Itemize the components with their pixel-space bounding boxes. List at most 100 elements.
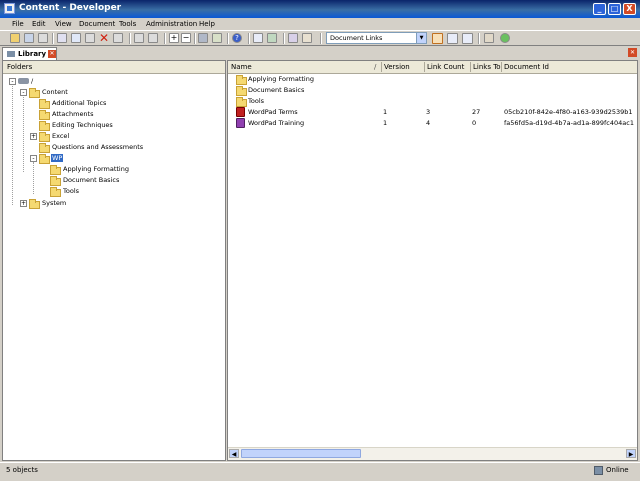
check-in-icon[interactable]	[484, 33, 494, 43]
find-icon[interactable]	[198, 33, 208, 43]
menu-administration[interactable]: Administration	[146, 20, 197, 28]
save-all-icon[interactable]	[38, 33, 48, 43]
menu-help[interactable]: Help	[199, 20, 215, 28]
menu-bar: File Edit View Document Tools Administra…	[0, 18, 640, 31]
tree-label: Additional Topics	[52, 99, 107, 107]
outline-icon	[236, 118, 245, 128]
tab-close-icon[interactable]: ✕	[48, 50, 56, 58]
tab-library[interactable]: Library ✕	[2, 47, 57, 60]
collapse-icon[interactable]: −	[181, 33, 191, 43]
title-bar: Content - Developer _ □ X	[0, 0, 640, 18]
row-document-id: 05cb210f-842e-4f80-a163-939d2539b1	[504, 108, 633, 116]
properties-icon[interactable]	[113, 33, 123, 43]
redo-icon[interactable]	[148, 33, 158, 43]
folder-icon	[29, 199, 40, 209]
folder-icon	[39, 99, 50, 109]
tree-expander[interactable]: -	[9, 78, 16, 85]
tree-node-content[interactable]: - Content	[3, 87, 223, 98]
tree-node-questions-and-assessments[interactable]: Questions and Assessments	[3, 142, 223, 153]
tree-node-applying-formatting[interactable]: Applying Formatting	[3, 164, 223, 175]
spellcheck-icon[interactable]	[212, 33, 222, 43]
assign-icon[interactable]	[302, 33, 312, 43]
tree-node-additional-topics[interactable]: Additional Topics	[3, 98, 223, 109]
maximize-button[interactable]: □	[608, 3, 621, 15]
view-selector-value: Document Links	[330, 34, 383, 42]
chevron-down-icon[interactable]: ▼	[416, 33, 426, 43]
menu-file[interactable]: File	[12, 20, 24, 28]
menu-view[interactable]: View	[55, 20, 72, 28]
row-name: WordPad Training	[248, 119, 305, 127]
view-split-horizontal-icon[interactable]	[447, 33, 458, 44]
link-icon[interactable]	[288, 33, 298, 43]
view-details-icon[interactable]	[432, 33, 443, 44]
library-icon	[7, 51, 15, 57]
tree-label: WP	[51, 154, 64, 162]
status-bar: 5 objects Online	[0, 462, 640, 481]
minimize-button[interactable]: _	[593, 3, 606, 15]
tree-node-root[interactable]: - /	[3, 76, 223, 87]
publish-icon[interactable]	[267, 33, 277, 43]
view-split-vertical-icon[interactable]	[462, 33, 473, 44]
save-icon[interactable]	[24, 33, 34, 43]
expand-icon[interactable]: +	[169, 33, 179, 43]
tree-node-editing-techniques[interactable]: Editing Techniques	[3, 120, 223, 131]
table-row[interactable]: WordPad Terms 1 3 27 05cb210f-842e-4f80-a163…	[228, 107, 633, 118]
row-name: Applying Formatting	[248, 75, 314, 83]
scroll-thumb[interactable]	[241, 449, 361, 458]
menu-tools[interactable]: Tools	[119, 20, 136, 28]
open-folder-icon[interactable]	[10, 33, 20, 43]
folder-icon	[50, 187, 61, 197]
undo-icon[interactable]	[134, 33, 144, 43]
delete-icon[interactable]: ✕	[99, 32, 109, 44]
scroll-right-icon[interactable]: ▶	[626, 449, 636, 458]
tree-node-wp[interactable]: - WP	[3, 153, 223, 164]
row-link-count: 4	[426, 119, 431, 127]
scroll-left-icon[interactable]: ◀	[229, 449, 239, 458]
menu-document[interactable]: Document	[79, 20, 115, 28]
table-row[interactable]: Tools	[228, 96, 633, 107]
tree-expander[interactable]: +	[30, 133, 37, 140]
tree-node-tools[interactable]: Tools	[3, 186, 223, 197]
tree-label: Questions and Assessments	[52, 143, 144, 151]
column-header-links-to[interactable]: Links To	[473, 63, 501, 71]
tree-node-document-basics[interactable]: Document Basics	[3, 175, 223, 186]
table-row[interactable]: Document Basics	[228, 85, 633, 96]
new-document-icon[interactable]	[253, 33, 263, 43]
tree-label: Document Basics	[63, 176, 120, 184]
status-object-count: 5 objects	[6, 466, 38, 474]
folder-icon	[39, 154, 50, 164]
row-link-count: 3	[426, 108, 431, 116]
column-header-sort-indicator: /	[374, 63, 377, 71]
glossary-icon	[236, 107, 245, 117]
copy-icon[interactable]	[71, 33, 81, 43]
folder-icon	[39, 110, 50, 120]
network-drive-icon	[18, 78, 29, 84]
view-selector[interactable]: Document Links ▼	[326, 32, 427, 44]
tree-label: Content	[42, 88, 68, 96]
cut-icon[interactable]	[57, 33, 67, 43]
row-version: 1	[383, 119, 388, 127]
tree-expander[interactable]: -	[30, 155, 37, 162]
tree-expander[interactable]: -	[20, 89, 27, 96]
tree-node-system[interactable]: + System	[3, 198, 223, 209]
column-header-document-id[interactable]: Document Id	[504, 63, 549, 71]
table-row[interactable]: WordPad Training 1 4 0 fa56fd5a-d19d-4b7a-ad…	[228, 118, 634, 129]
tree-label: Tools	[63, 187, 80, 195]
tree-expander[interactable]: +	[20, 200, 27, 207]
menu-edit[interactable]: Edit	[32, 20, 46, 28]
paste-icon[interactable]	[85, 33, 95, 43]
refresh-icon[interactable]	[500, 33, 510, 43]
status-online: Online	[606, 466, 629, 474]
close-button[interactable]: X	[623, 3, 636, 15]
tree-node-excel[interactable]: + Excel	[3, 131, 223, 142]
column-header-link-count[interactable]: Link Count	[427, 63, 464, 71]
help-icon[interactable]: ?	[232, 33, 242, 43]
close-all-tabs-icon[interactable]: ✕	[628, 48, 637, 57]
column-header-name[interactable]: Name	[231, 63, 252, 71]
folders-header: Folders	[3, 61, 225, 74]
table-row[interactable]: Applying Formatting	[228, 74, 633, 85]
column-header-version[interactable]: Version	[384, 63, 410, 71]
tree-node-attachments[interactable]: Attachments	[3, 109, 223, 120]
horizontal-scrollbar[interactable]: ◀ ▶	[228, 447, 637, 460]
folder-icon	[50, 165, 61, 175]
